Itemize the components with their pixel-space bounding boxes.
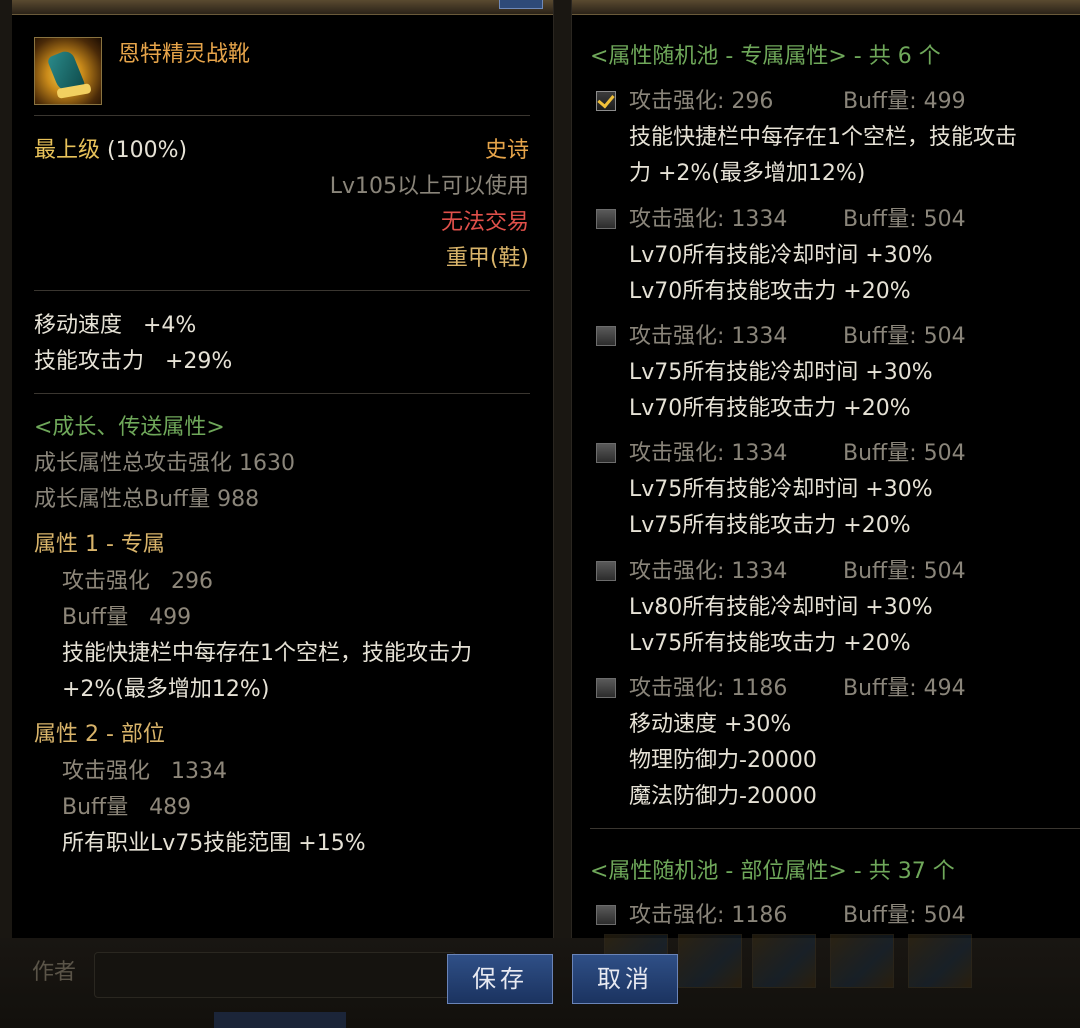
background-item-thumbnail	[752, 934, 816, 988]
pool-item-atk: 攻击强化: 1334	[629, 559, 788, 584]
attr1-atk: 攻击强化 296	[62, 569, 213, 594]
equip-type: 重甲(鞋)	[445, 246, 529, 271]
pool-item-buff: Buff量: 504	[843, 441, 966, 466]
pool-item-atk: 攻击强化: 1334	[629, 207, 788, 232]
pool-item-buff: Buff量: 504	[843, 207, 966, 232]
pool-item-atk: 攻击强化: 1334	[629, 441, 788, 466]
rarity-label: 史诗	[484, 138, 529, 163]
growth-total-buff: 成长属性总Buff量 988	[34, 487, 260, 512]
divider	[590, 828, 1080, 829]
attribute-checkbox[interactable]	[596, 678, 616, 698]
trade-status: 无法交易	[440, 210, 529, 235]
pool-item-desc: Lv75所有技能攻击力 +20%	[629, 513, 911, 538]
cancel-button[interactable]: 取消	[572, 954, 678, 1004]
base-stat-skill-atk: 技能攻击力 +29%	[34, 349, 233, 374]
attr1-desc-line1: 技能快捷栏中每存在1个空栏，技能攻击力	[62, 641, 472, 666]
pool-item-buff: Buff量: 504	[843, 559, 966, 584]
divider	[34, 115, 530, 116]
background-tab	[214, 1012, 346, 1028]
item-detail-panel: 恩特精灵战靴 最上级 (100%) 史诗 Lv105以上可以使用 无法交易 重甲…	[12, 0, 554, 938]
pool-item-desc: 物理防御力-20000	[629, 748, 817, 773]
attribute-checkbox[interactable]	[596, 209, 616, 229]
pool-item-buff: Buff量: 504	[843, 903, 966, 928]
attribute-checkbox[interactable]	[596, 326, 616, 346]
pool-item-atk: 攻击强化: 296	[629, 89, 774, 114]
attribute-checkbox[interactable]	[596, 90, 616, 111]
divider	[34, 393, 530, 394]
attribute-checkbox[interactable]	[596, 905, 616, 925]
pool-item-desc: Lv80所有技能冷却时间 +30%	[629, 595, 933, 620]
attr2-buff: Buff量 489	[62, 795, 192, 820]
pool-exclusive-header: <属性随机池 - 专属属性> - 共 6 个	[590, 44, 941, 69]
attr2-title: 属性 2 - 部位	[34, 722, 165, 747]
attr1-desc-line2: +2%(最多增加12%)	[62, 677, 270, 702]
pool-item-desc: 技能快捷栏中每存在1个空栏，技能攻击	[629, 125, 1017, 150]
pool-item-atk: 攻击强化: 1186	[629, 676, 788, 701]
pool-item-desc: Lv75所有技能冷却时间 +30%	[629, 360, 933, 385]
pool-item-desc: Lv70所有技能冷却时间 +30%	[629, 243, 933, 268]
growth-total-atk: 成长属性总攻击强化 1630	[34, 451, 295, 476]
attribute-checkbox[interactable]	[596, 443, 616, 463]
attr1-title: 属性 1 - 专属	[34, 532, 165, 557]
pool-item-desc: 移动速度 +30%	[629, 712, 792, 737]
panel-header-bar	[572, 0, 1080, 15]
base-stat-move-speed: 移动速度 +4%	[34, 313, 197, 338]
pool-item-atk: 攻击强化: 1186	[629, 903, 788, 928]
grade-label: 最上级	[34, 138, 101, 163]
pool-item-desc: Lv70所有技能攻击力 +20%	[629, 279, 911, 304]
pool-item-buff: Buff量: 499	[843, 89, 966, 114]
attribute-checkbox[interactable]	[596, 561, 616, 581]
random-attribute-pool-panel: <属性随机池 - 专属属性> - 共 6 个 攻击强化: 296 Buff量: …	[571, 0, 1080, 938]
pool-item-desc: Lv75所有技能攻击力 +20%	[629, 631, 911, 656]
save-button[interactable]: 保存	[447, 954, 553, 1004]
pool-item-desc: Lv75所有技能冷却时间 +30%	[629, 477, 933, 502]
attr2-desc-line1: 所有职业Lv75技能范围 +15%	[62, 831, 366, 856]
boots-item-icon	[34, 37, 102, 105]
pool-item-atk: 攻击强化: 1334	[629, 324, 788, 349]
attr1-buff: Buff量 499	[62, 605, 192, 630]
header-button[interactable]	[499, 0, 543, 9]
level-requirement: Lv105以上可以使用	[329, 174, 529, 199]
pool-item-desc: 力 +2%(最多增加12%)	[629, 161, 866, 186]
item-grade: 最上级 (100%)	[34, 136, 187, 166]
background-item-thumbnail	[678, 934, 742, 988]
pool-slot-header: <属性随机池 - 部位属性> - 共 37 个	[590, 859, 955, 884]
background-item-thumbnail	[830, 934, 894, 988]
author-input[interactable]	[94, 952, 456, 998]
attr2-atk: 攻击强化 1334	[62, 759, 227, 784]
growth-section-header: <成长、传送属性>	[34, 415, 225, 440]
grade-percent: (100%)	[107, 138, 188, 163]
pool-item-desc: Lv70所有技能攻击力 +20%	[629, 396, 911, 421]
pool-item-buff: Buff量: 504	[843, 324, 966, 349]
author-label: 作者	[32, 960, 77, 985]
checkmark-icon	[597, 90, 615, 109]
panel-header-bar	[12, 0, 553, 15]
pool-item-buff: Buff量: 494	[843, 676, 966, 701]
background-item-thumbnail	[908, 934, 972, 988]
pool-item-desc: 魔法防御力-20000	[629, 784, 817, 809]
item-name: 恩特精灵战靴	[118, 42, 251, 67]
divider	[34, 290, 530, 291]
